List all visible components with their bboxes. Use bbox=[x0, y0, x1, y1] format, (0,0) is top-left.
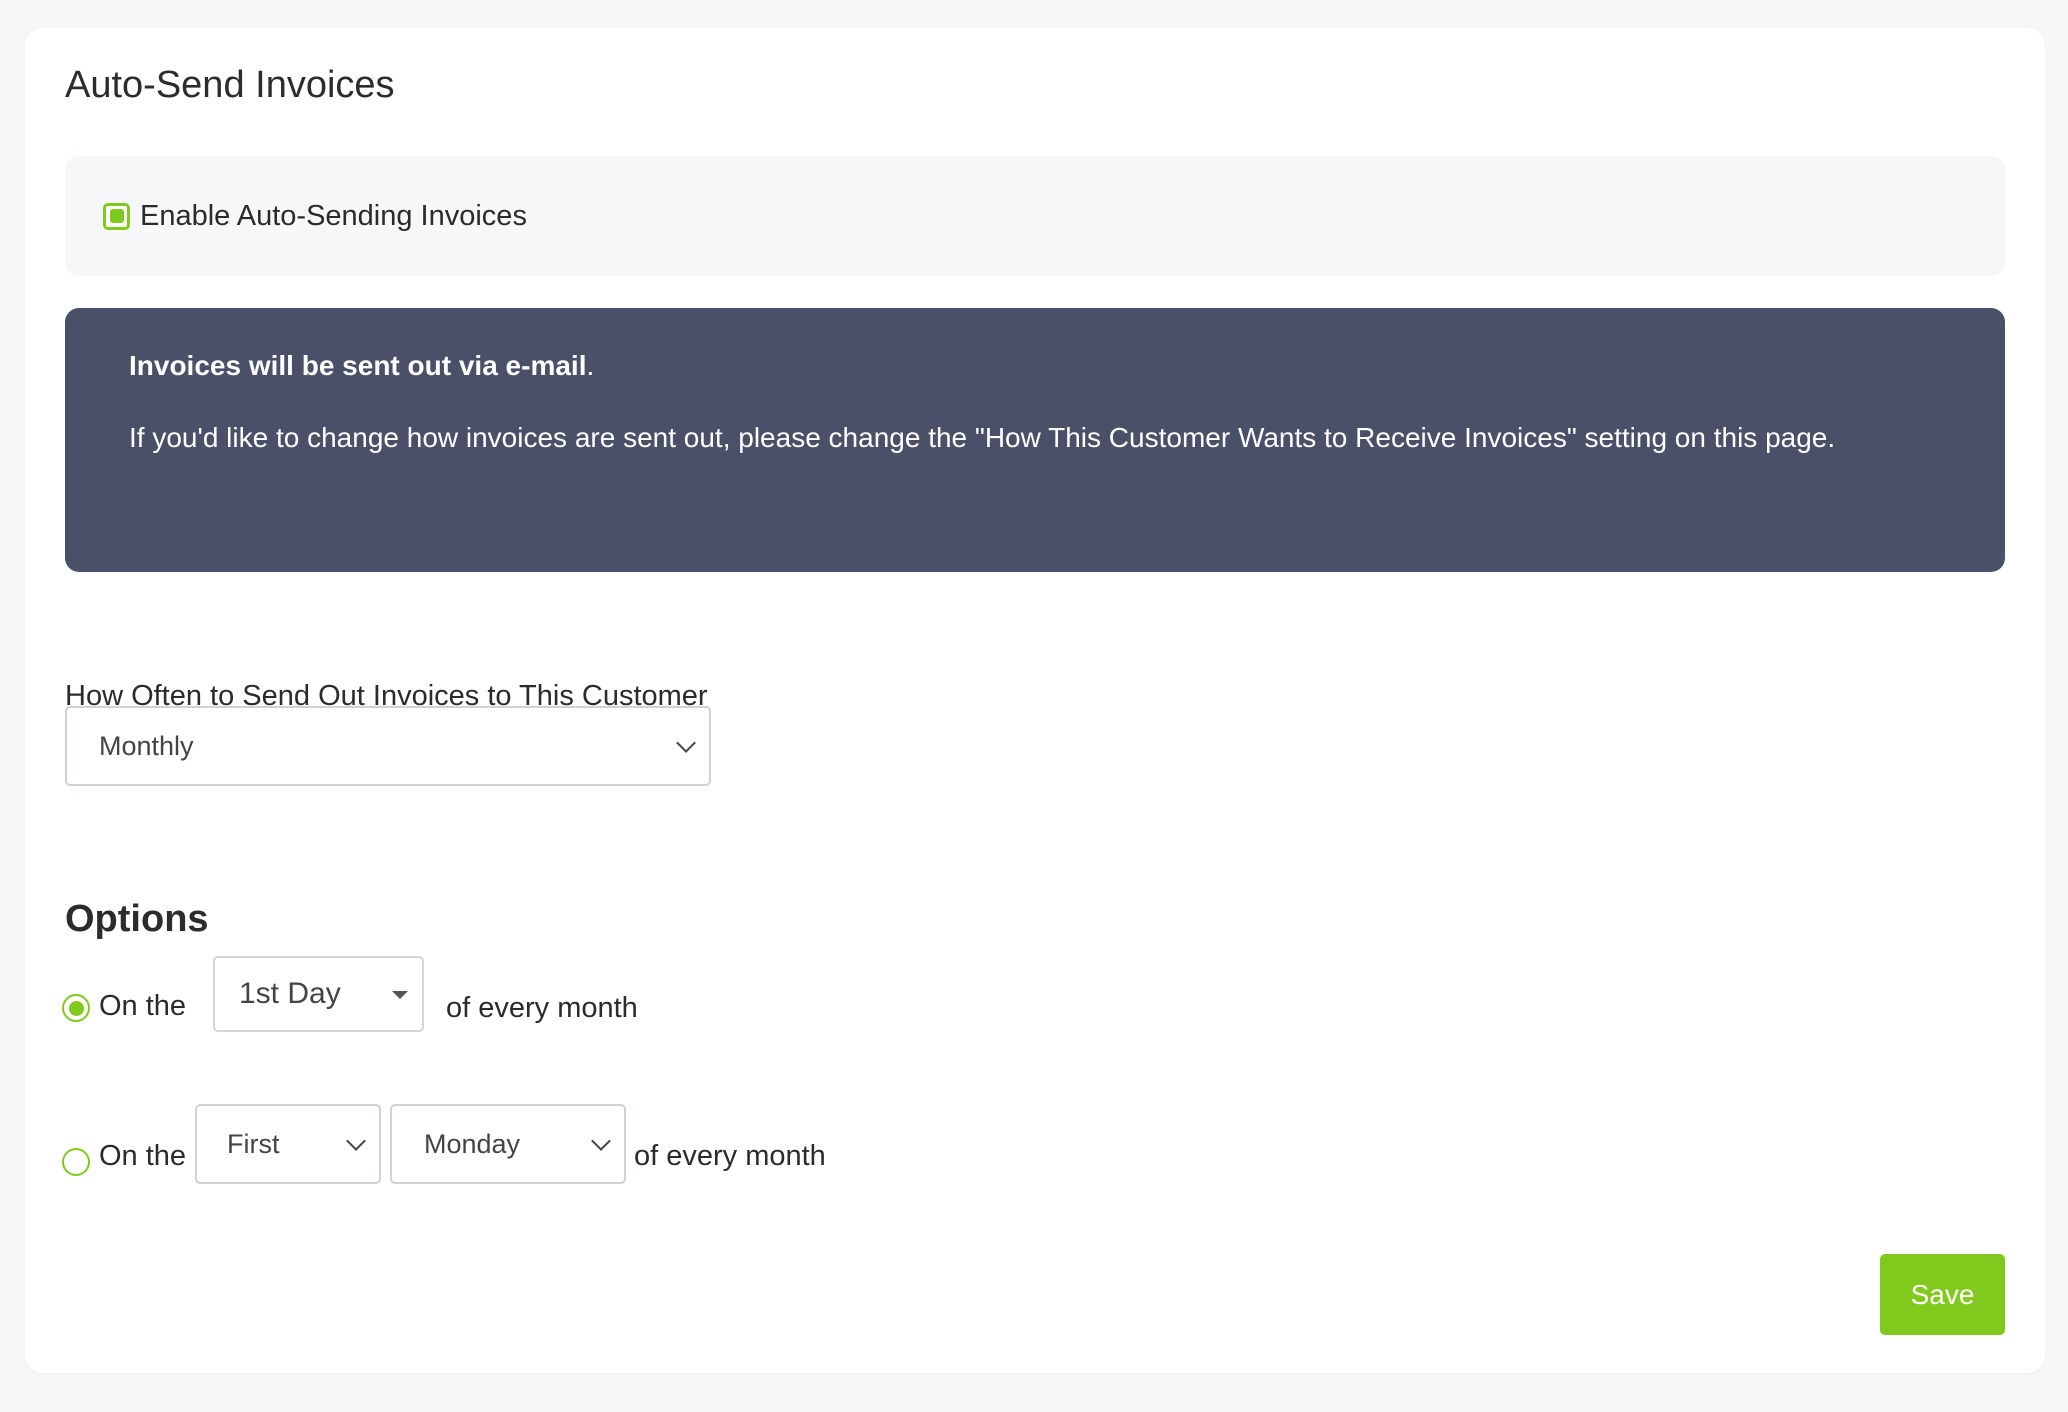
info-body-text: If you'd like to change how invoices are… bbox=[129, 422, 1836, 453]
week-ordinal-value: First bbox=[227, 1128, 280, 1159]
caret-down-icon bbox=[392, 991, 408, 999]
chevron-down-icon bbox=[591, 1131, 611, 1151]
auto-send-card: Auto-Send Invoices Enable Auto-Sending I… bbox=[25, 28, 2045, 1373]
checkbox-checked-mark bbox=[109, 209, 124, 223]
info-heading-period: . bbox=[586, 350, 595, 381]
option-weekday-of-month-radio[interactable] bbox=[62, 1148, 90, 1176]
enable-auto-send-panel: Enable Auto-Sending Invoices bbox=[65, 156, 2005, 276]
enable-auto-send-checkbox[interactable] bbox=[103, 202, 130, 230]
info-heading: Invoices will be sent out via e-mail. bbox=[129, 350, 1941, 382]
frequency-select[interactable]: Monthly bbox=[65, 706, 711, 786]
frequency-select-value: Monthly bbox=[99, 730, 194, 761]
option2-prefix-label: On the bbox=[99, 1140, 187, 1172]
save-button[interactable]: Save bbox=[1880, 1254, 2005, 1335]
option2-suffix-label: of every month bbox=[634, 1140, 826, 1172]
chevron-down-icon bbox=[676, 733, 696, 753]
weekday-select[interactable]: Monday bbox=[390, 1104, 626, 1184]
page-title: Auto-Send Invoices bbox=[65, 64, 395, 106]
option-day-of-month-radio[interactable] bbox=[62, 994, 90, 1022]
week-ordinal-select[interactable]: First bbox=[195, 1104, 381, 1184]
day-of-month-value: 1st Day bbox=[239, 977, 341, 1010]
options-title: Options bbox=[65, 898, 209, 940]
weekday-value: Monday bbox=[424, 1128, 521, 1159]
enable-auto-send-label[interactable]: Enable Auto-Sending Invoices bbox=[140, 200, 527, 233]
option1-prefix-label: On the bbox=[99, 990, 187, 1022]
option1-suffix-label: of every month bbox=[446, 992, 638, 1024]
day-of-month-select[interactable]: 1st Day bbox=[213, 956, 424, 1032]
info-heading-strong: Invoices will be sent out via e-mail bbox=[129, 350, 587, 381]
email-info-banner: Invoices will be sent out via e-mail. If… bbox=[65, 308, 2005, 572]
chevron-down-icon bbox=[346, 1131, 366, 1151]
radio-selected-dot bbox=[68, 1000, 84, 1016]
